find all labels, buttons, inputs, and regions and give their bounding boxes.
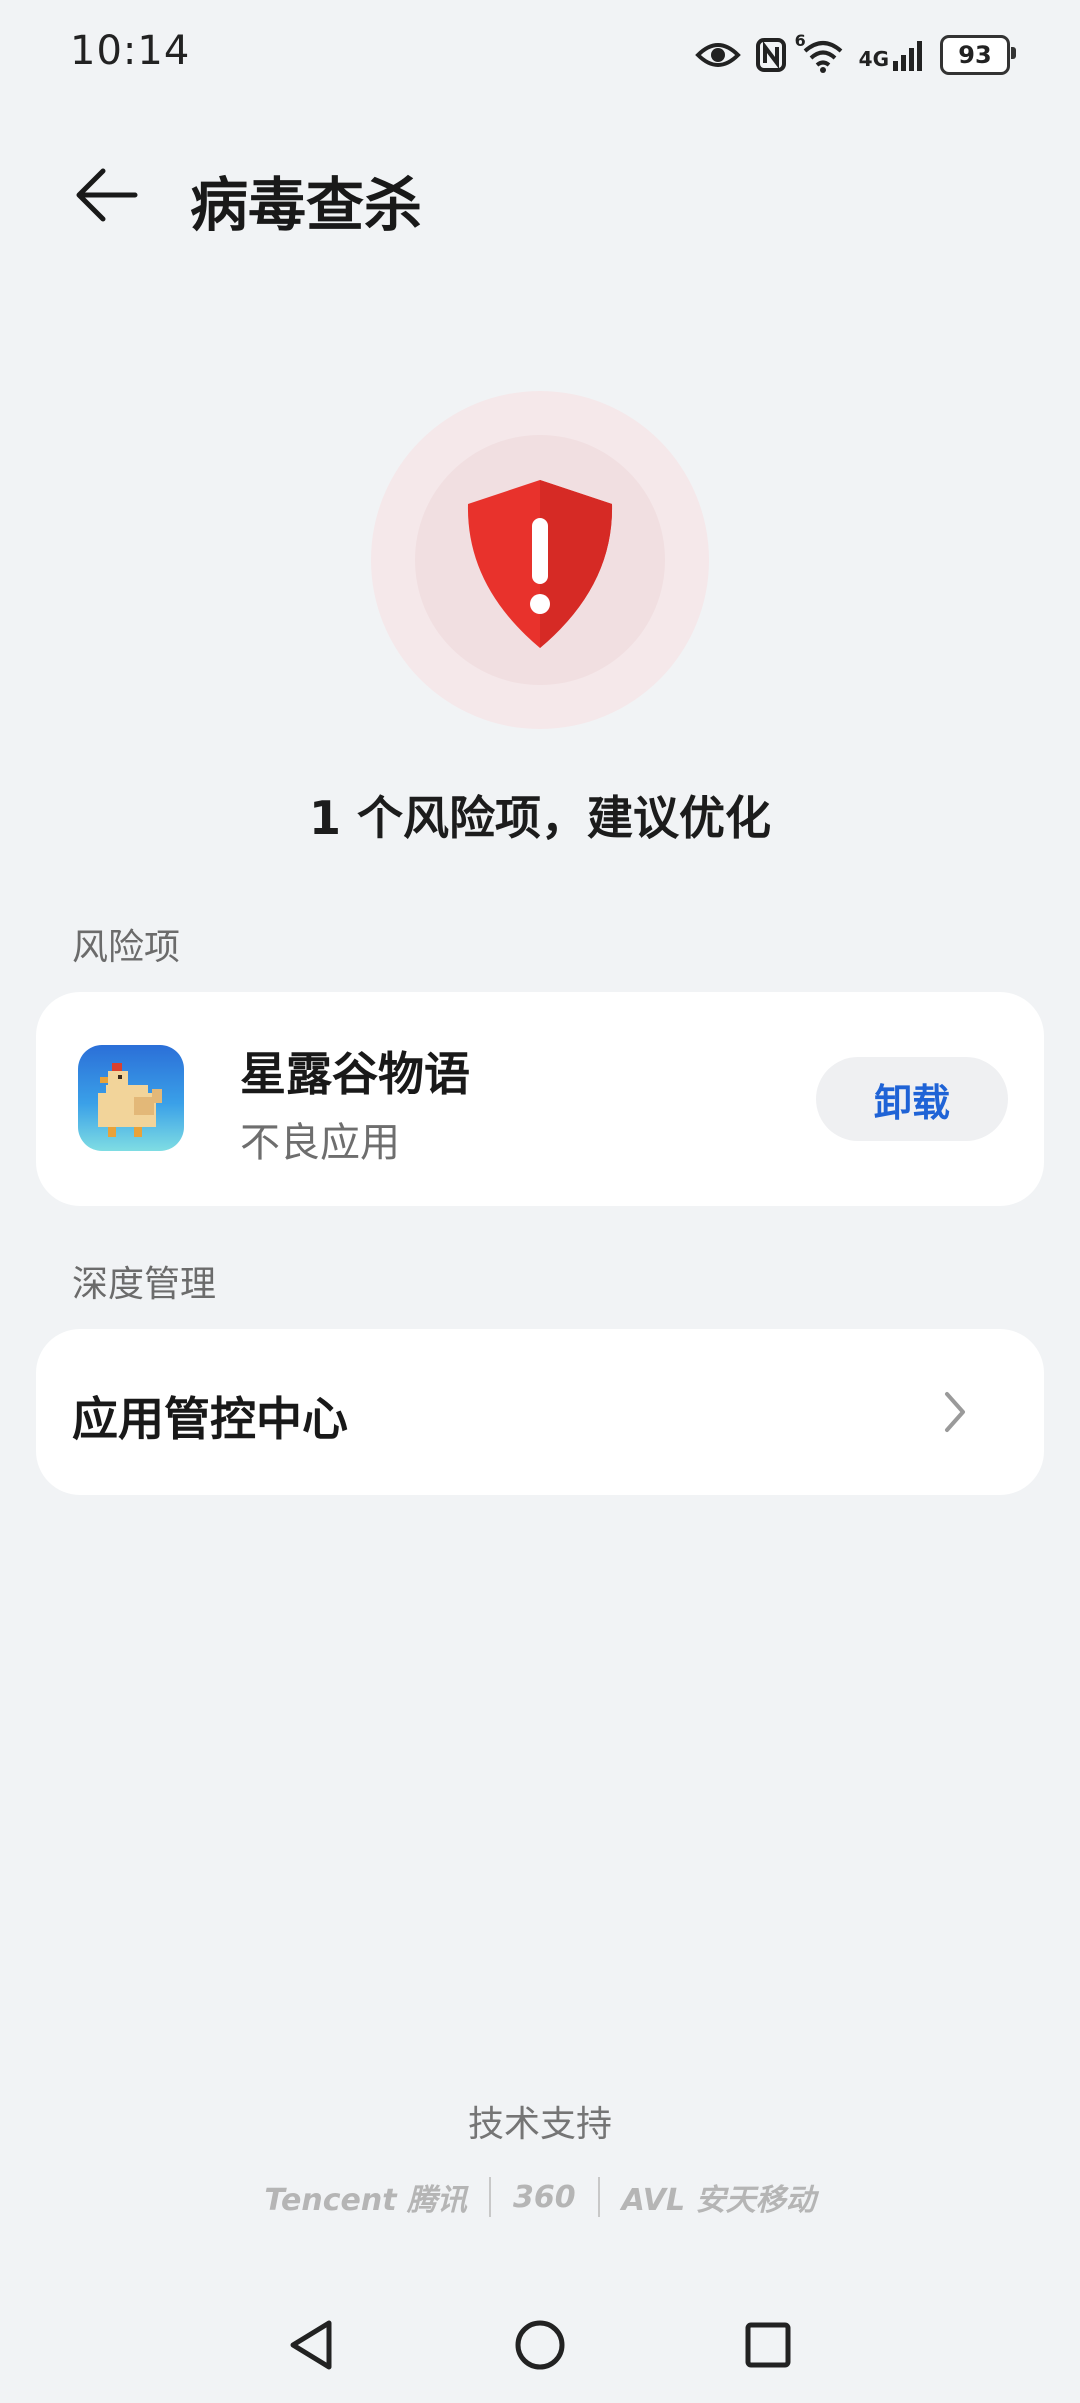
- nav-home-button[interactable]: [505, 2310, 575, 2380]
- partner-divider: [488, 2177, 491, 2217]
- scan-summary: 1 个风险项，建议优化: [308, 791, 772, 845]
- battery-icon: 93: [940, 35, 1016, 75]
- shield-alert-icon: [467, 480, 613, 648]
- nfc-icon: [755, 38, 786, 72]
- risk-app-tag: 不良应用: [240, 1120, 400, 1166]
- section-label-deep: 深度管理: [72, 1264, 217, 1305]
- square-recents-icon: [745, 2322, 791, 2368]
- page-title: 病毒查杀: [190, 171, 423, 239]
- arrow-left-icon: [76, 168, 138, 222]
- partner-antiy: AVL 安天移动: [621, 2183, 816, 2218]
- status-icons: 6 4G 93: [694, 30, 1016, 80]
- nav-recents-button[interactable]: [733, 2310, 803, 2380]
- triangle-back-icon: [290, 2320, 332, 2370]
- section-label-risk: 风险项: [72, 927, 181, 968]
- circle-home-icon: [515, 2320, 565, 2370]
- signal-icon: 4G: [859, 39, 926, 71]
- app-icon: [78, 1045, 184, 1151]
- partner-tencent: Tencent 腾讯: [264, 2183, 467, 2218]
- chicken-icon: [98, 1063, 162, 1137]
- network-type: 4G: [858, 47, 889, 71]
- partner-divider: [597, 2177, 600, 2217]
- app-control-center-label: 应用管控中心: [72, 1392, 348, 1446]
- chevron-right-icon: [945, 1392, 965, 1432]
- battery-level: 93: [958, 41, 992, 69]
- partner-360: 360: [512, 2179, 576, 2215]
- wifi-icon: 6: [795, 31, 845, 73]
- back-button[interactable]: [62, 150, 152, 240]
- nav-back-button[interactable]: [275, 2310, 345, 2380]
- tech-support-label: 技术支持: [467, 2104, 612, 2145]
- wifi-superscript: 6: [794, 31, 806, 50]
- uninstall-button[interactable]: 卸载: [816, 1057, 1008, 1141]
- partner-logos: Tencent 腾讯 360 AVL 安天移动: [0, 2175, 1080, 2219]
- risk-app-name: 星露谷物语: [240, 1047, 470, 1101]
- status-time: 10:14: [70, 28, 191, 74]
- eye-icon: [694, 43, 741, 67]
